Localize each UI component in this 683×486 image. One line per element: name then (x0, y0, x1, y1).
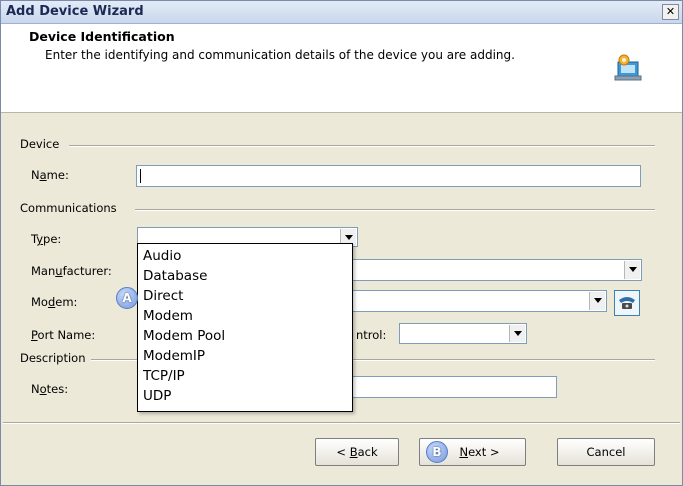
dropdown-option-audio[interactable]: Audio (143, 248, 181, 265)
dropdown-option-direct[interactable]: Direct (143, 288, 183, 305)
type-label: Type: (31, 232, 62, 246)
title-bar[interactable]: Add Device Wizard ✕ (1, 1, 682, 24)
chevron-down-icon[interactable] (589, 292, 605, 310)
dropdown-option-modemip[interactable]: ModemIP (143, 348, 205, 365)
manufacturer-label: Manufacturer: (31, 264, 112, 278)
modem-settings-button[interactable] (614, 290, 640, 316)
dropdown-option-modem-pool[interactable]: Modem Pool (143, 328, 225, 345)
dropdown-option-tcpip[interactable]: TCP/IP (143, 368, 185, 385)
device-group-divider (69, 145, 655, 147)
description-group-label: Description (20, 351, 90, 365)
wizard-device-icon (614, 54, 642, 81)
page-subtitle: Enter the identifying and communication … (45, 48, 515, 62)
notes-label: Notes: (31, 382, 69, 396)
close-icon: ✕ (665, 5, 676, 18)
dropdown-option-modem[interactable]: Modem (143, 308, 193, 325)
add-device-wizard-window: Add Device Wizard ✕ Device Identificatio… (0, 0, 683, 486)
modem-icon (619, 297, 635, 309)
flow-control-select[interactable] (399, 323, 527, 344)
back-button[interactable]: < Back (315, 438, 399, 466)
device-group-label: Device (20, 137, 64, 151)
chevron-down-icon[interactable] (624, 261, 640, 279)
page-title: Device Identification (29, 29, 175, 44)
dropdown-option-database[interactable]: Database (143, 268, 207, 285)
flow-control-label: ntrol: (356, 328, 387, 342)
name-label: Name: (31, 168, 69, 182)
chevron-down-icon[interactable] (509, 325, 525, 342)
window-title: Add Device Wizard (6, 4, 144, 19)
communications-group-label: Communications (20, 201, 121, 215)
name-field[interactable] (136, 165, 641, 187)
callout-a-badge: A (116, 287, 138, 309)
close-button[interactable]: ✕ (662, 4, 679, 20)
communications-group-divider (135, 209, 655, 211)
cancel-button[interactable]: Cancel (557, 438, 655, 466)
type-dropdown-list[interactable]: Audio Database Direct Modem Modem Pool M… (137, 243, 353, 412)
wizard-header: Device Identification Enter the identify… (1, 24, 682, 113)
callout-b-badge: B (426, 441, 448, 463)
port-name-label: Port Name: (31, 328, 96, 342)
text-caret (140, 169, 141, 183)
footer-divider (3, 422, 680, 424)
dropdown-option-udp[interactable]: UDP (143, 388, 171, 405)
modem-label: Modem: (31, 295, 78, 309)
